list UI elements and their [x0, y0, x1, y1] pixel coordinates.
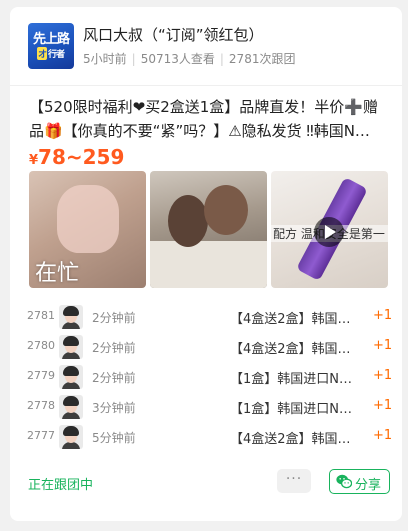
avatar: [59, 395, 83, 419]
order-number: 2779: [27, 369, 55, 382]
order-row[interactable]: 2780 2分钟前 【4盒送2盒】韩国进口N… +1: [10, 332, 402, 362]
price-currency: ¥: [29, 153, 39, 168]
order-row[interactable]: 2779 2分钟前 【1盒】韩国进口N… +1: [10, 362, 402, 392]
avatar-body: [62, 322, 80, 329]
avatar-hair: [63, 336, 79, 346]
order-product: 【4盒送2盒】韩国进口N…: [230, 342, 362, 357]
group-buy-card[interactable]: 先上路 オ行者 风口大叔（“订阅”领红包） 5小时前 | 50713人查看 | 2781…: [10, 7, 402, 521]
order-time: 2分钟前: [92, 341, 136, 355]
order-number: 2780: [27, 339, 55, 352]
hand-shape: [57, 185, 119, 253]
group-title[interactable]: 风口大叔（“订阅”领红包）: [83, 24, 383, 45]
avatar-hair: [63, 396, 79, 406]
logo-text-top: 先上路: [32, 32, 70, 47]
thumbnail-image[interactable]: [150, 171, 267, 288]
group-header[interactable]: 先上路 オ行者 风口大叔（“订阅”领红包） 5小时前 | 50713人查看 | 2781…: [28, 23, 388, 69]
order-product: 【4盒送2盒】韩国进口N…: [230, 432, 362, 447]
share-button[interactable]: 分享: [329, 469, 390, 494]
order-number: 2777: [27, 429, 55, 442]
avatar-body: [62, 442, 80, 449]
avatar: [59, 305, 83, 329]
price-range: ¥78~259: [29, 145, 124, 169]
order-product: 【1盒】韩国进口N…: [230, 372, 352, 387]
meta-separator: |: [219, 52, 224, 66]
play-icon[interactable]: [314, 217, 344, 247]
posted-time: 5小时前: [83, 52, 127, 66]
following-status[interactable]: 正在跟团中: [28, 474, 93, 493]
order-quantity: +1: [373, 338, 393, 353]
order-row[interactable]: 2777 5分钟前 【4盒送2盒】韩国进口N… +1: [10, 422, 402, 452]
more-dots-icon: ···: [285, 471, 303, 487]
order-time: 5分钟前: [92, 431, 136, 445]
price-amount: 78~259: [38, 145, 125, 169]
order-product: 【4盒送2盒】韩国进口N…: [230, 312, 362, 327]
avatar: [59, 365, 83, 389]
order-row[interactable]: 2781 2分钟前 【4盒送2盒】韩国进口N… +1: [10, 302, 402, 332]
order-number: 2781: [27, 309, 55, 322]
order-product: 【1盒】韩国进口N…: [230, 402, 352, 417]
bed-sheet-shape: [150, 241, 267, 288]
group-logo[interactable]: 先上路 オ行者: [28, 23, 74, 69]
avatar-body: [62, 412, 80, 419]
order-time: 2分钟前: [92, 311, 136, 325]
order-quantity: +1: [373, 368, 393, 383]
avatar-hair: [63, 306, 79, 316]
meta-separator: |: [131, 52, 136, 66]
post-description[interactable]: 【520限时福利❤买2盒送1盒】品牌直发！半价➕赠品🎁【你真的不要“紧”吗？】⚠…: [29, 95, 389, 143]
thumbnail-image[interactable]: 在忙: [29, 171, 146, 288]
thumbnail-caption: 在忙: [35, 261, 80, 286]
thumbnail-gallery: 在忙 配方 温和安全是第一: [29, 171, 389, 288]
figure-shape: [168, 195, 208, 247]
order-quantity: +1: [373, 398, 393, 413]
follower-count: 2781次跟团: [228, 52, 296, 66]
figure-shape: [204, 185, 248, 235]
share-label: 分享: [355, 478, 382, 493]
avatar-hair: [63, 366, 79, 376]
order-quantity: +1: [373, 308, 393, 323]
order-time: 2分钟前: [92, 371, 136, 385]
logo-badge: オ: [36, 47, 47, 60]
avatar: [59, 335, 83, 359]
avatar: [59, 425, 83, 449]
more-options-button[interactable]: ···: [277, 469, 311, 493]
group-meta: 5小时前 | 50713人查看 | 2781次跟团: [83, 50, 295, 67]
wechat-icon: [336, 474, 352, 489]
logo-text-bottom: オ行者: [28, 47, 74, 60]
order-number: 2778: [27, 399, 55, 412]
avatar-hair: [63, 426, 79, 436]
order-row[interactable]: 2778 3分钟前 【1盒】韩国进口N… +1: [10, 392, 402, 422]
avatar-body: [62, 382, 80, 389]
order-time: 3分钟前: [92, 401, 136, 415]
view-count: 50713人查看: [140, 52, 215, 66]
card-footer: 正在跟团中 ··· 分享: [10, 467, 402, 497]
header-divider: [10, 85, 402, 86]
thumbnail-video[interactable]: 配方 温和安全是第一: [271, 171, 388, 288]
order-quantity: +1: [373, 428, 393, 443]
logo-text-rest: 行者: [48, 50, 65, 60]
avatar-body: [62, 352, 80, 359]
